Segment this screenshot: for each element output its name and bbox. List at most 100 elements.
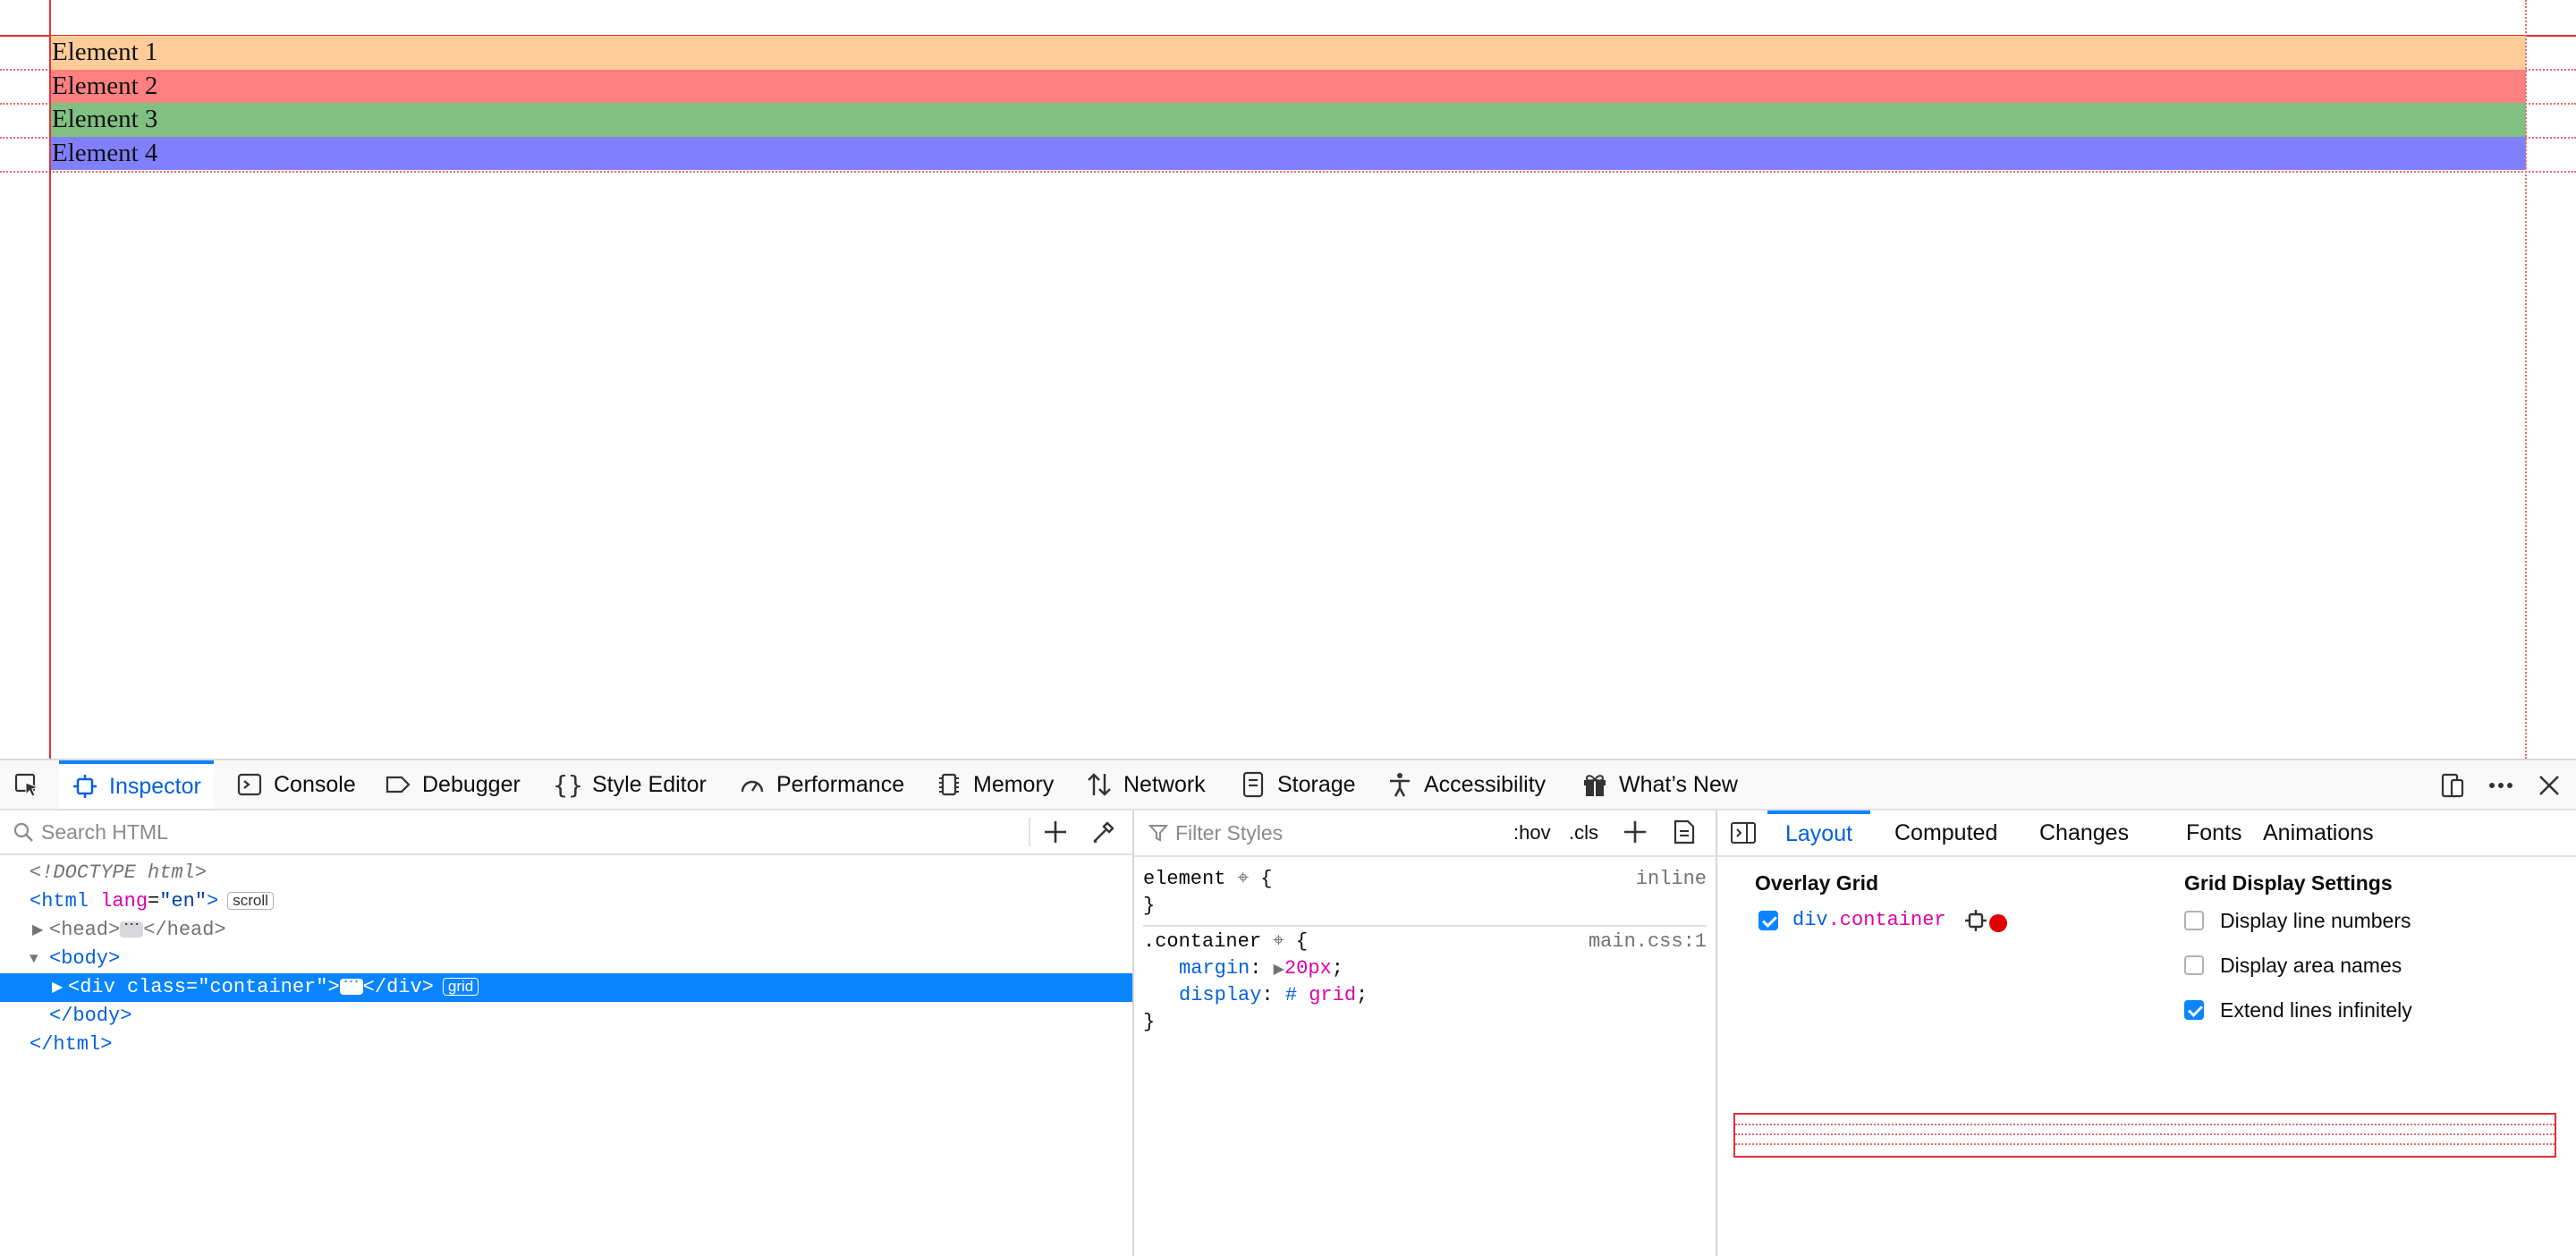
accessibility-person-icon [1386, 771, 1413, 798]
filter-styles-input[interactable]: Filter Styles [1175, 821, 1283, 845]
devtools-toolbar: Inspector Console Debugger {} Style Edit… [0, 760, 2576, 810]
tab-network[interactable]: Network [1086, 760, 1206, 809]
grid-element-2: Element 2 [50, 69, 2526, 103]
tab-label: Accessibility [1424, 771, 1546, 797]
more-options-icon[interactable] [2487, 771, 2515, 800]
add-rule-icon[interactable] [1623, 819, 1648, 849]
expand-arrow-icon[interactable]: ▶ [1274, 962, 1284, 978]
display-line-numbers-label: Display line numbers [2220, 909, 2411, 932]
eyedropper-icon[interactable] [1091, 819, 1116, 849]
html-node[interactable]: <html lang="en"> scroll [0, 887, 1132, 916]
tab-memory[interactable]: Memory [936, 760, 1054, 809]
grid-color-swatch[interactable] [1989, 914, 2007, 932]
grid-element-3: Element 3 [50, 103, 2526, 137]
collapsed-ellipsis-icon[interactable]: ⋯ [339, 975, 363, 996]
tab-debugger[interactable]: Debugger [385, 760, 521, 809]
tab-label: Performance [776, 771, 905, 797]
rule-source[interactable]: inline [1636, 866, 1707, 893]
margin-declaration[interactable]: margin: ▶20px; [1179, 955, 1343, 983]
tab-whats-new[interactable]: What’s New [1581, 760, 1738, 809]
display-area-names-checkbox[interactable] [2184, 955, 2204, 975]
grid-element-1: Element 1 [50, 36, 2526, 70]
body-node[interactable]: ▼ <body> [0, 945, 1132, 973]
highlight-element-icon[interactable] [1964, 909, 1987, 937]
arrows-up-down-icon [1086, 771, 1113, 798]
tab-console[interactable]: Console [236, 760, 356, 809]
display-area-names-label: Display area names [2220, 954, 2402, 977]
body-close-node[interactable]: </body> [0, 1002, 1132, 1031]
tab-label: Console [274, 771, 356, 797]
debugger-icon [385, 771, 411, 798]
tab-storage[interactable]: Storage [1240, 760, 1356, 809]
console-icon [236, 771, 263, 798]
collapsed-ellipsis-icon[interactable]: ⋯ [120, 918, 144, 938]
element-picker-icon[interactable] [13, 771, 41, 800]
search-input[interactable]: Search HTML [41, 820, 168, 844]
devtools-panel: Inspector Console Debugger {} Style Edit… [0, 759, 2576, 1256]
collapse-arrow-icon[interactable]: ▼ [30, 945, 38, 973]
scroll-badge[interactable]: scroll [227, 892, 274, 911]
tab-accessibility[interactable]: Accessibility [1386, 760, 1546, 809]
html-close-node[interactable]: </html> [0, 1031, 1132, 1059]
gift-icon [1581, 771, 1608, 798]
tab-fonts[interactable]: Fonts [2186, 810, 2242, 855]
storage-icon [1240, 771, 1267, 798]
display-line-numbers-checkbox[interactable] [2184, 911, 2204, 930]
inspector-icon [72, 773, 98, 800]
tab-inspector[interactable]: Inspector [59, 760, 214, 809]
doctype-node[interactable]: <!DOCTYPE html> [0, 859, 1132, 887]
grid-overlay-checkbox[interactable] [1758, 911, 1778, 930]
grid-toggle-icon[interactable]: # [1285, 984, 1297, 1006]
grid-container: Element 1 Element 2 Element 3 Element 4 [50, 36, 2526, 170]
element-rule[interactable]: element ⌖ { inline } [1143, 866, 1707, 927]
grid-element-4: Element 4 [50, 136, 2526, 170]
memory-chip-icon [936, 771, 962, 798]
toggle-sidebar-icon[interactable] [1730, 821, 1757, 849]
expand-arrow-icon[interactable]: ▶ [32, 916, 43, 945]
tab-computed[interactable]: Computed [1894, 810, 1997, 855]
close-icon[interactable] [2535, 771, 2563, 800]
tab-performance[interactable]: Performance [739, 760, 904, 809]
sidebar-tabs: Layout Computed Changes Fonts Animations [1717, 810, 2576, 857]
tab-label: Network [1123, 771, 1206, 797]
grid-item-label[interactable]: div.container [1792, 907, 1946, 934]
cls-toggle[interactable]: .cls [1569, 821, 1598, 844]
filter-icon [1148, 823, 1169, 847]
html-search-bar: Search HTML [0, 810, 1132, 855]
grid-display-settings-title: Grid Display Settings [2184, 871, 2393, 895]
rule-selector: .container [1143, 930, 1262, 953]
rule-source[interactable]: main.css:1 [1589, 929, 1707, 955]
toolbar-divider [1029, 818, 1030, 846]
tab-style-editor[interactable]: {} Style Editor [553, 760, 707, 809]
rules-view: Filter Styles :hov .cls element ⌖ { inli… [1134, 810, 1717, 1256]
gauge-icon [739, 771, 766, 798]
tab-layout[interactable]: Layout [1767, 810, 1871, 855]
overlay-grid-title: Overlay Grid [1755, 871, 1879, 895]
search-icon [13, 821, 34, 847]
add-node-icon[interactable] [1043, 819, 1068, 849]
container-div-node[interactable]: ▶ <div class="container"> ⋯ </div> grid [0, 973, 1132, 1002]
filter-styles-bar: Filter Styles :hov .cls [1134, 810, 1716, 857]
extend-lines-infinitely-label: Extend lines infinitely [2220, 998, 2412, 1022]
tab-animations[interactable]: Animations [2263, 810, 2374, 855]
grid-outline-preview[interactable] [1733, 1113, 2556, 1158]
highlight-element-icon[interactable]: ⌖ [1238, 868, 1249, 890]
highlight-element-icon[interactable]: ⌖ [1273, 930, 1284, 953]
dock-side-icon[interactable] [2438, 771, 2467, 800]
grid-badge[interactable]: grid [442, 978, 479, 997]
print-simulation-icon[interactable] [1673, 819, 1696, 849]
head-node[interactable]: ▶ <head> ⋯ </head> [0, 916, 1132, 945]
tab-label: What’s New [1619, 771, 1738, 797]
tab-changes[interactable]: Changes [2039, 810, 2129, 855]
tab-label: Style Editor [592, 771, 707, 797]
extend-lines-infinitely-checkbox[interactable] [2184, 1000, 2204, 1020]
expand-arrow-icon[interactable]: ▶ [52, 973, 63, 1002]
braces-icon: {} [553, 769, 583, 800]
display-declaration[interactable]: display: # grid; [1179, 982, 1368, 1009]
tab-label: Debugger [422, 771, 521, 797]
tab-label: Memory [973, 771, 1055, 797]
grid-line-bottom [0, 171, 2576, 173]
container-rule[interactable]: .container ⌖ { main.css:1 margin: ▶20px;… [1143, 929, 1707, 1045]
page-viewport: Element 1 Element 2 Element 3 Element 4 [0, 0, 2576, 759]
hov-toggle[interactable]: :hov [1513, 821, 1551, 844]
